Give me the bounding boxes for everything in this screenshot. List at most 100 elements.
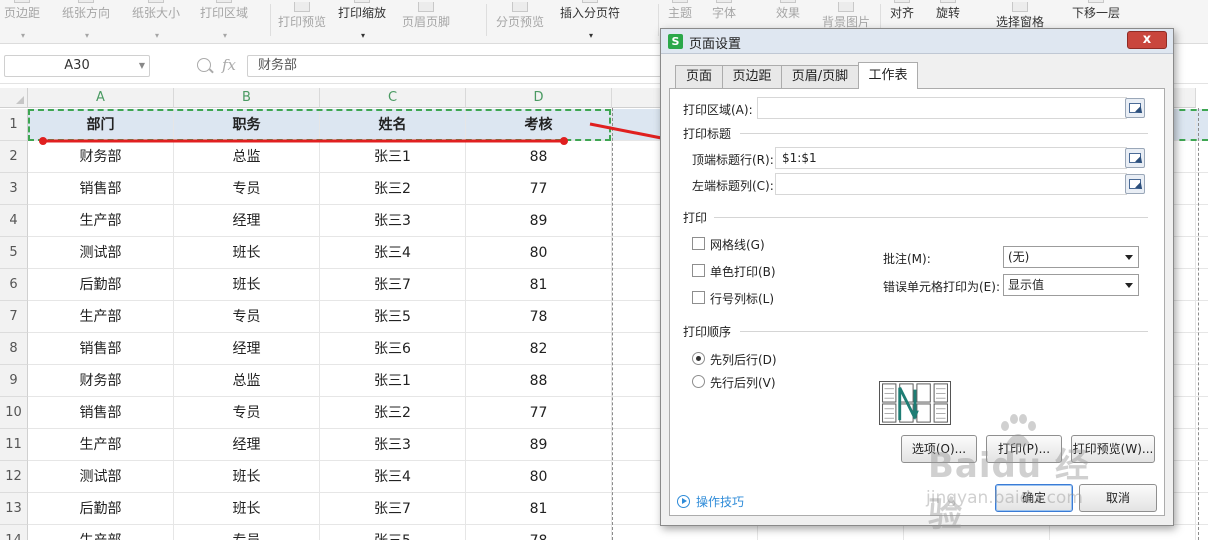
table-cell[interactable]: 专员 [174,397,320,429]
table-cell[interactable]: 张三6 [320,333,466,365]
row-header[interactable]: 9 [0,365,28,397]
table-cell[interactable]: 财务部 [28,365,174,397]
row-header[interactable]: 3 [0,173,28,205]
table-cell[interactable]: 张三7 [320,269,466,301]
table-cell[interactable] [904,525,1050,540]
table-cell[interactable]: 测试部 [28,237,174,269]
table-cell[interactable]: 张三3 [320,429,466,461]
table-cell[interactable]: 经理 [174,205,320,237]
zoom-icon[interactable] [197,58,211,72]
print-button[interactable]: 打印(P)... [986,435,1062,463]
row-header[interactable]: 12 [0,461,28,493]
options-button[interactable]: 选项(O)... [901,435,977,463]
row-header[interactable]: 6 [0,269,28,301]
rowcol-label[interactable]: 行号列标(L) [710,290,774,307]
table-cell[interactable]: 张三1 [320,365,466,397]
table-cell[interactable]: 销售部 [28,397,174,429]
column-header[interactable]: A [28,88,174,108]
print-area-collapse-icon[interactable] [1125,98,1145,118]
tab-margins[interactable]: 页边距 [722,65,782,88]
table-cell[interactable]: 张三2 [320,397,466,429]
print-preview-button[interactable]: 打印预览(W)... [1071,435,1155,463]
row-header[interactable]: 14 [0,525,28,540]
table-cell[interactable]: 张三4 [320,237,466,269]
gridlines-checkbox[interactable] [692,237,705,250]
table-cell[interactable]: 测试部 [28,461,174,493]
table-cell[interactable]: 77 [466,173,612,205]
row-header[interactable]: 10 [0,397,28,429]
table-cell[interactable]: 78 [466,525,612,540]
name-box[interactable]: A30 ▼ [4,55,150,77]
table-cell[interactable]: 经理 [174,333,320,365]
left-cols-input[interactable] [775,173,1127,195]
table-cell[interactable]: 销售部 [28,173,174,205]
gridlines-label[interactable]: 网格线(G) [710,236,765,253]
table-cell[interactable] [758,525,904,540]
column-header[interactable]: B [174,88,320,108]
tab-header-footer[interactable]: 页眉/页脚 [781,65,859,88]
errors-select[interactable]: 显示值 [1003,274,1139,296]
down-then-over-radio[interactable] [692,352,705,365]
down-then-over-label[interactable]: 先列后行(D) [710,351,777,368]
left-cols-collapse-icon[interactable] [1125,174,1145,194]
print-area-input[interactable] [757,97,1127,119]
over-then-down-radio[interactable] [692,375,705,388]
ok-button[interactable]: 确定 [995,484,1073,512]
close-button[interactable]: x [1127,31,1167,49]
table-cell[interactable]: 89 [466,429,612,461]
ribbon-button-1[interactable]: 纸张方向 ▾ [62,0,110,40]
table-cell[interactable]: 张三5 [320,525,466,540]
ribbon-button-4[interactable]: 打印预览 [278,0,326,40]
table-cell[interactable]: 77 [466,397,612,429]
table-cell[interactable]: 张三1 [320,141,466,173]
table-cell[interactable]: 张三5 [320,301,466,333]
table-cell[interactable]: 后勤部 [28,493,174,525]
over-then-down-label[interactable]: 先行后列(V) [710,374,776,391]
table-cell[interactable]: 生产部 [28,429,174,461]
select-all-corner[interactable] [0,88,28,108]
rowcol-checkbox[interactable] [692,291,705,304]
ribbon-button-6[interactable]: 页眉页脚 [402,0,450,40]
table-cell[interactable]: 后勤部 [28,269,174,301]
table-cell[interactable]: 财务部 [28,141,174,173]
row-header[interactable]: 4 [0,205,28,237]
table-cell[interactable]: 专员 [174,301,320,333]
table-cell[interactable]: 经理 [174,429,320,461]
row-header[interactable]: 13 [0,493,28,525]
table-cell[interactable]: 销售部 [28,333,174,365]
table-cell[interactable]: 专员 [174,173,320,205]
mono-label[interactable]: 单色打印(B) [710,263,776,280]
table-cell[interactable]: 81 [466,269,612,301]
table-cell[interactable]: 张三7 [320,493,466,525]
table-cell[interactable]: 张三4 [320,461,466,493]
ribbon-button-3[interactable]: 打印区域 ▾ [200,0,248,40]
table-cell[interactable]: 总监 [174,141,320,173]
column-header[interactable]: C [320,88,466,108]
play-icon[interactable] [677,495,690,508]
table-cell[interactable] [612,525,758,540]
row-header[interactable]: 8 [0,333,28,365]
table-cell[interactable]: 生产部 [28,301,174,333]
table-cell[interactable]: 89 [466,205,612,237]
column-header[interactable]: D [466,88,612,108]
comments-select[interactable]: (无) [1003,246,1139,268]
tab-sheet[interactable]: 工作表 [858,62,918,89]
table-cell[interactable]: 82 [466,333,612,365]
row-header[interactable]: 5 [0,237,28,269]
mono-checkbox[interactable] [692,264,705,277]
table-cell[interactable]: 张三3 [320,205,466,237]
tips-link[interactable]: 操作技巧 [696,493,744,510]
table-cell[interactable]: 81 [466,493,612,525]
table-cell[interactable]: 80 [466,237,612,269]
row-header[interactable]: 2 [0,141,28,173]
chevron-down-icon[interactable]: ▼ [139,56,145,76]
table-cell[interactable]: 生产部 [28,525,174,540]
table-cell[interactable]: 总监 [174,365,320,397]
table-cell[interactable]: 班长 [174,237,320,269]
ribbon-button-2[interactable]: 纸张大小 ▾ [132,0,180,40]
formula-input[interactable]: 财务部 [247,55,667,77]
ribbon-button-5[interactable]: 打印缩放 ▾ [338,0,386,40]
table-cell[interactable]: 88 [466,365,612,397]
cancel-button[interactable]: 取消 [1079,484,1157,512]
row-header[interactable]: 7 [0,301,28,333]
